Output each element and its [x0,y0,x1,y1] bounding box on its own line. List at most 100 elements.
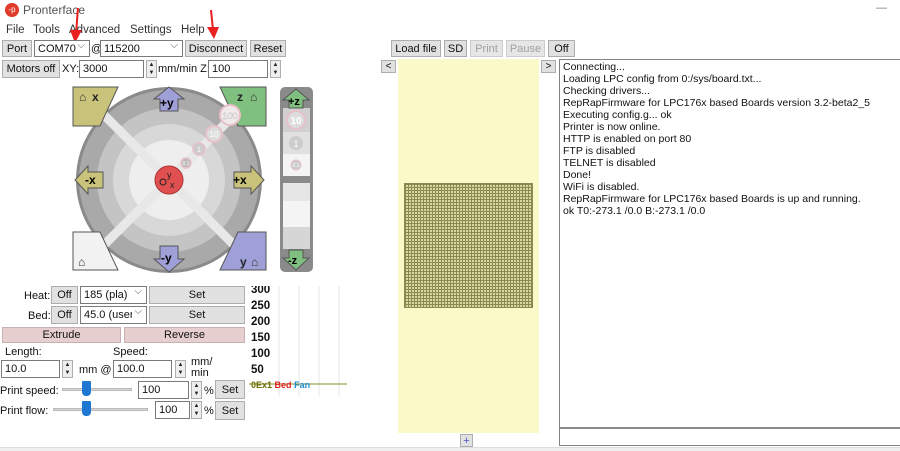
port-select[interactable]: COM70 [34,40,90,57]
reset-button[interactable]: Reset [250,40,286,57]
home-y-label: y [240,255,247,269]
command-input[interactable] [559,427,900,446]
motors-off-button[interactable]: Motors off [2,60,60,78]
sd-button[interactable]: SD [444,40,467,57]
svg-text:⌂: ⌂ [79,90,86,104]
log-line: Connecting... [563,61,625,73]
log-line: Executing config.g... ok [563,109,672,121]
print-flow-set-button[interactable]: Set [215,401,245,420]
heat-set-button[interactable]: Set [149,286,245,304]
menu-tools[interactable]: Tools [33,24,60,36]
z-feedrate-spinner[interactable]: ▲ ▼ [270,60,281,78]
port-button[interactable]: Port [2,40,32,57]
minimize-button[interactable]: — [876,2,887,14]
xy-jog-control[interactable]: ⌂ x z ⌂ ⌂ y ⌂ +y -y -x +x 100 10 1 0.1 yx [70,84,276,274]
minus-x-label: -x [85,173,96,187]
speed-label: Speed: [113,346,148,358]
graph-tick: 50 [251,364,264,376]
heat-off-button[interactable]: Off [51,286,78,304]
xy-feedrate-spinner[interactable]: ▲ ▼ [146,60,157,78]
print-flow-unit: % [204,405,214,417]
legend-bed: Bed [274,380,292,390]
bed-off-button[interactable]: Off [51,306,78,324]
log-line: RepRapFirmware for LPC176x based Boards … [563,97,870,109]
log-line: RepRapFirmware for LPC176x based Boards … [563,193,861,205]
build-plate-grid [404,183,533,308]
legend-fan: Fan [294,380,311,390]
speed-unit-label: mm/ min [191,356,213,379]
print-flow-input[interactable]: 100 [155,401,190,419]
next-layer-button[interactable]: > [541,60,556,73]
log-line: Printer is now online. [563,121,661,133]
disconnect-button[interactable]: Disconnect [185,40,247,57]
speed-input[interactable]: 100.0 [113,360,172,378]
plus-z-label: +z [288,96,300,108]
temperature-graph: 300 250 200 150 100 50 0Ex1 Bed Fan [249,286,347,396]
mm-at-label: mm @ [79,364,112,376]
off-button[interactable]: Off [548,40,575,57]
console-log[interactable]: Connecting... Loading LPC config from 0:… [559,59,900,428]
minus-z-label: -z [288,255,298,267]
z-step-1: 1 [293,139,298,149]
minus-y-label: -y [161,251,172,265]
svg-text:⌂: ⌂ [250,90,257,104]
bed-select[interactable]: 45.0 (user) [80,306,147,324]
print-speed-set-button[interactable]: Set [215,380,245,399]
pause-button[interactable]: Pause [506,40,545,57]
print-speed-spinner[interactable]: ▲ ▼ [191,381,202,399]
baud-select[interactable]: 115200 [100,40,183,57]
extrude-button[interactable]: Extrude [2,327,121,343]
print-speed-slider-thumb[interactable] [82,381,91,396]
log-line: FTP is disabled [563,145,636,157]
step-0-1: 0.1 [183,161,190,167]
svg-text:x: x [170,180,175,190]
heat-value: 185 (pla) [84,289,128,301]
log-line: Done! [563,169,592,181]
menu-file[interactable]: File [6,24,25,36]
log-line: HTTP is enabled on port 80 [563,133,692,145]
step-100: 100 [222,111,237,121]
length-label: Length: [5,346,42,358]
print-flow-slider[interactable] [53,408,148,411]
legend-extruder: 0Ex1 [251,380,273,390]
print-flow-spinner[interactable]: ▲ ▼ [191,401,202,419]
home-z-label: z [237,90,243,104]
z-jog-control[interactable]: +z -z 10 1 0.1 [279,86,314,273]
app-icon: -p [5,3,19,17]
load-file-button[interactable]: Load file [391,40,441,57]
print-flow-slider-thumb[interactable] [82,401,91,416]
mm-min-z-label: mm/min Z: [158,63,210,75]
bed-value: 45.0 (user) [84,309,132,321]
heat-select[interactable]: 185 (pla) [80,286,147,304]
log-line: Loading LPC config from 0:/sys/board.txt… [563,73,762,85]
z-feedrate-input[interactable]: 100 [208,60,268,78]
log-line: ok T0:-273.1 /0.0 B:-273.1 /0.0 [563,205,706,217]
print-speed-label: Print speed: [0,385,59,397]
home-x-label: x [92,90,99,104]
baud-value: 115200 [104,42,140,55]
print-speed-slider[interactable] [62,388,132,391]
print-speed-unit: % [204,385,214,397]
reverse-button[interactable]: Reverse [124,327,245,343]
log-line: WiFi is disabled. [563,181,640,193]
red-arrow-annotation [70,7,219,43]
print-button[interactable]: Print [470,40,503,57]
xy-feedrate-input[interactable]: 3000 [79,60,144,78]
bed-label: Bed: [28,310,51,322]
speed-spinner[interactable]: ▲ ▼ [175,360,186,378]
bed-set-button[interactable]: Set [149,306,245,324]
svg-text:y: y [167,170,172,180]
length-input[interactable]: 10.0 [1,360,60,378]
zoom-in-button[interactable]: + [460,434,473,447]
graph-tick: 100 [251,348,271,360]
prev-layer-button[interactable]: < [381,60,396,73]
print-speed-input[interactable]: 100 [138,381,189,399]
heat-label: Heat: [24,290,51,302]
z-step-10: 10 [290,116,302,127]
step-10: 10 [210,130,219,139]
length-spinner[interactable]: ▲ ▼ [62,360,73,378]
xy-label: XY: [62,63,80,75]
svg-text:⌂: ⌂ [251,255,258,269]
port-value: COM70 [38,42,76,55]
plus-y-label: +y [160,96,174,110]
